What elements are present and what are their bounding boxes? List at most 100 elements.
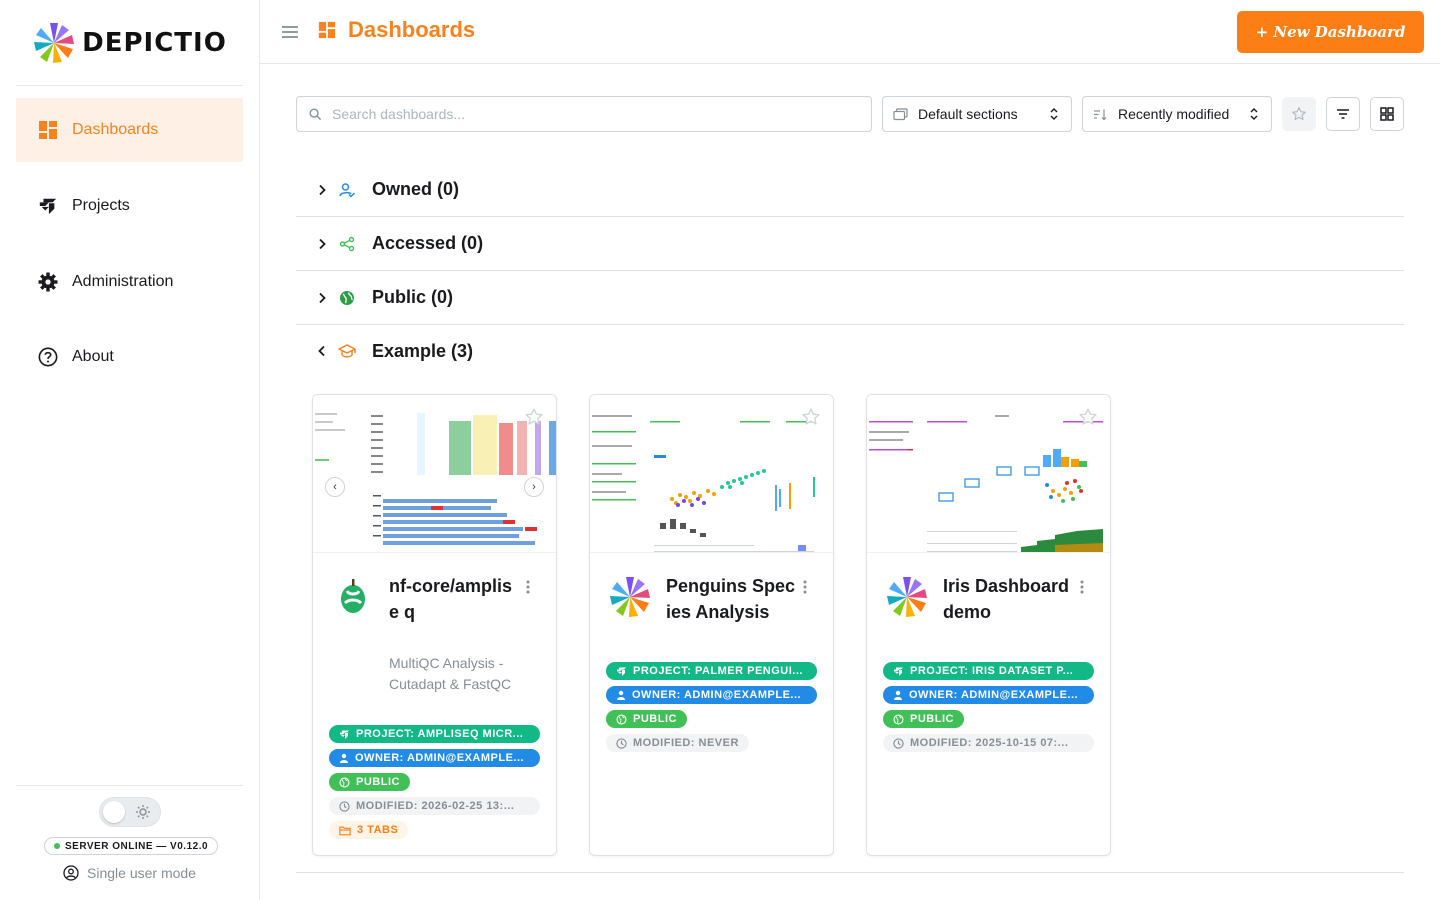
dashboard-thumbnail[interactable]	[590, 395, 833, 553]
sort-select[interactable]: Recently modified	[1082, 96, 1272, 132]
project-badge-text: PROJECT: PALMER PENGUI...	[633, 665, 803, 677]
card-title[interactable]: Penguins Species Analysis	[666, 573, 796, 625]
theme-toggle[interactable]	[99, 797, 161, 827]
modified-badge: MODIFIED: NEVER	[606, 734, 749, 752]
dots-vertical-icon[interactable]	[1074, 579, 1090, 595]
brand-name: DEPICTIO	[82, 27, 227, 58]
section-label: Accessed (0)	[372, 233, 484, 253]
sidebar: DEPICTIO Dashboards Projects Administrat…	[0, 0, 260, 900]
card-badges: PROJECT: PALMER PENGUI... OWNER: ADMIN@E…	[606, 662, 818, 752]
dots-vertical-icon[interactable]	[520, 579, 536, 595]
section-example[interactable]: Example (3)	[296, 325, 1404, 377]
projects-icon	[340, 730, 349, 739]
project-badge[interactable]: PROJECT: AMPLISEQ MICR...	[329, 725, 540, 743]
visibility-badge: PUBLIC	[329, 773, 410, 791]
owner-badge-text: OWNER: ADMIN@EXAMPLE...	[632, 689, 802, 701]
section-accessed[interactable]: Accessed (0)	[296, 217, 1404, 271]
dashboard-card[interactable]: Iris Dashboard demo PROJECT: IRIS DATASE…	[866, 394, 1111, 856]
section-label: Owned (0)	[372, 179, 460, 199]
clock-icon	[339, 800, 350, 812]
depictio-logo-icon	[34, 22, 75, 63]
sort-icon	[1094, 109, 1107, 120]
dots-vertical-icon[interactable]	[797, 579, 813, 595]
section-owned[interactable]: Owned (0)	[296, 163, 1404, 217]
sidebar-footer: SERVER ONLINE — V0.12.0 Single user mode	[16, 785, 243, 900]
carousel-next-button[interactable]: ›	[524, 477, 544, 497]
project-badge-text: PROJECT: IRIS DATASET P...	[910, 665, 1074, 677]
gear-icon	[38, 272, 58, 292]
thumbnail-preview	[590, 395, 833, 552]
visibility-badge: PUBLIC	[606, 710, 687, 728]
menu-icon[interactable]	[280, 22, 300, 42]
user-icon	[340, 753, 348, 763]
page-title: Dashboards	[318, 17, 475, 43]
filter-icon	[1337, 109, 1349, 119]
thumbnail-preview	[313, 395, 556, 552]
filter-button[interactable]	[1326, 97, 1360, 131]
help-circle-icon	[38, 347, 58, 367]
sidebar-item-projects[interactable]: Projects	[16, 174, 243, 238]
sidebar-item-dashboards[interactable]: Dashboards	[16, 98, 243, 162]
project-badge[interactable]: PROJECT: PALMER PENGUI...	[606, 662, 817, 680]
sections-select[interactable]: Default sections	[882, 96, 1072, 132]
school-icon	[338, 343, 356, 359]
sidebar-item-about[interactable]: About	[16, 325, 243, 389]
globe-icon	[616, 713, 627, 725]
folder-icon	[339, 826, 351, 835]
card-title[interactable]: Iris Dashboard demo	[943, 573, 1073, 625]
dashboard-icon	[38, 120, 58, 140]
server-status-text: SERVER ONLINE — V0.12.0	[65, 840, 209, 852]
dashboard-icon	[318, 21, 336, 39]
grid-icon	[1380, 107, 1394, 121]
selector-icon	[1050, 108, 1058, 120]
grid-view-button[interactable]	[1370, 97, 1404, 131]
dashboard-thumbnail[interactable]: ‹ ›	[313, 395, 556, 553]
sidebar-item-administration[interactable]: Administration	[16, 250, 243, 314]
modified-badge: MODIFIED: 2025-10-15 07:...	[883, 734, 1094, 752]
owner-badge: OWNER: ADMIN@EXAMPLE...	[329, 749, 540, 767]
favorite-star-icon[interactable]	[1078, 407, 1098, 427]
brand-logo[interactable]: DEPICTIO	[16, 0, 243, 86]
chevron-right-icon	[312, 238, 332, 250]
globe-icon	[338, 290, 356, 306]
sidebar-item-label: Dashboards	[72, 121, 159, 138]
nf-core-logo-icon	[341, 579, 365, 613]
favorite-star-icon[interactable]	[524, 407, 544, 427]
favorites-filter-button[interactable]	[1282, 97, 1316, 131]
sections-select-value: Default sections	[918, 106, 1018, 122]
sidebar-item-label: About	[72, 348, 114, 365]
carousel-prev-button[interactable]: ‹	[325, 477, 345, 497]
dashboard-card[interactable]: ‹ › nf-core/amplise q MultiQC Analysis -…	[312, 394, 557, 856]
toggle-knob	[103, 801, 125, 823]
visibility-badge-text: PUBLIC	[356, 776, 400, 788]
header: Dashboards + New Dashboard	[260, 0, 1440, 64]
tabs-count-badge: 3 TABS	[329, 821, 409, 839]
owner-badge-text: OWNER: ADMIN@EXAMPLE...	[909, 689, 1079, 701]
section-label: Example (3)	[372, 340, 474, 361]
tabs-count-text: 3 TABS	[357, 824, 399, 836]
dashboard-card[interactable]: Penguins Species Analysis PROJECT: PALME…	[589, 394, 834, 856]
card-badges: PROJECT: AMPLISEQ MICR... OWNER: ADMIN@E…	[329, 725, 541, 839]
owner-badge: OWNER: ADMIN@EXAMPLE...	[883, 686, 1094, 704]
search-box	[296, 96, 872, 132]
card-title[interactable]: nf-core/amplise q	[389, 573, 519, 625]
projects-icon	[894, 667, 903, 676]
section-public[interactable]: Public (0)	[296, 271, 1404, 325]
user-check-icon	[338, 182, 356, 198]
user-mode-label: Single user mode	[87, 865, 196, 881]
project-badge[interactable]: PROJECT: IRIS DATASET P...	[883, 662, 1094, 680]
server-status-badge: SERVER ONLINE — V0.12.0	[44, 837, 219, 855]
folders-icon	[893, 107, 908, 120]
search-input[interactable]	[332, 106, 832, 122]
depictio-logo-icon	[887, 577, 927, 617]
thumbnail-preview	[867, 395, 1110, 552]
globe-icon	[893, 713, 904, 725]
user-mode: Single user mode	[16, 865, 243, 881]
dashboard-thumbnail[interactable]	[867, 395, 1110, 553]
search-icon	[309, 108, 322, 120]
sidebar-item-label: Administration	[72, 273, 174, 290]
new-dashboard-button[interactable]: + New Dashboard	[1237, 11, 1424, 53]
favorite-star-icon[interactable]	[801, 407, 821, 427]
user-icon	[894, 690, 902, 700]
globe-icon	[339, 776, 350, 788]
